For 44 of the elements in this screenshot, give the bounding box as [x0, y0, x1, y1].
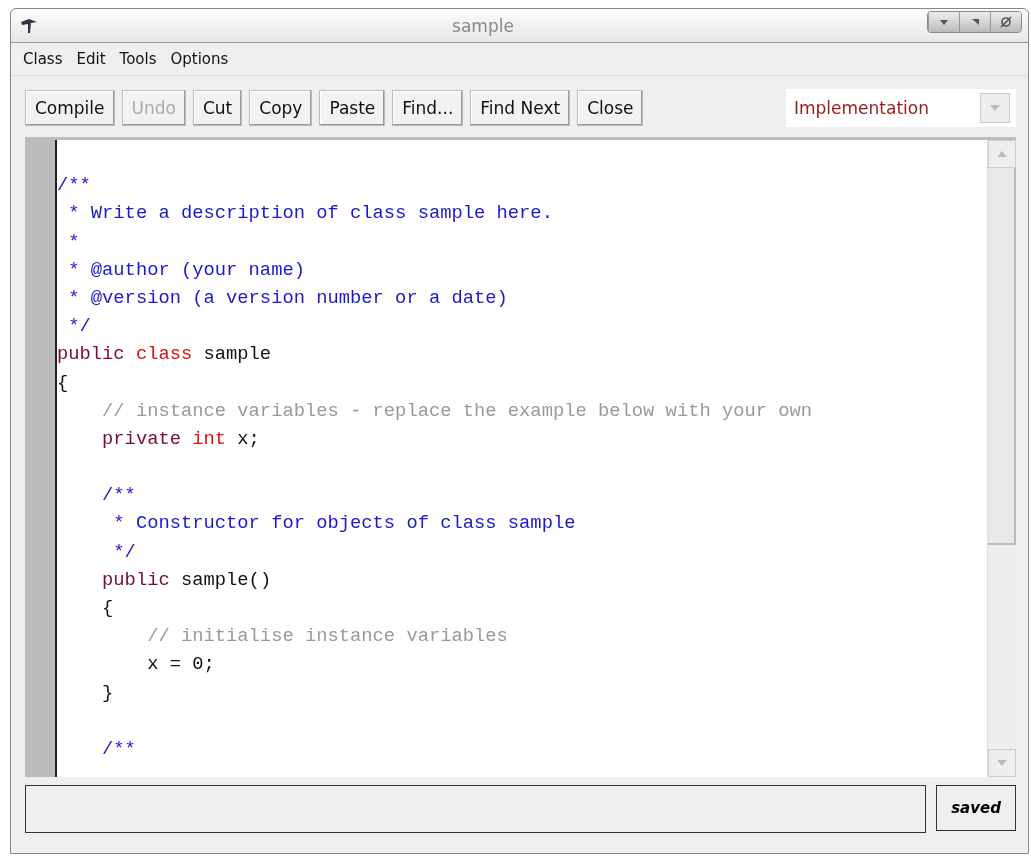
menu-item[interactable]: Tools	[119, 50, 157, 68]
code-line: private int x;	[101, 426, 260, 452]
slashed-circle-icon	[999, 15, 1013, 28]
toolbar-button[interactable]: Copy	[249, 90, 313, 126]
code-line: * @version (a version number or a date)	[67, 285, 508, 311]
toolbar-button[interactable]: Cut	[192, 90, 243, 126]
caret-down-icon	[996, 759, 1008, 767]
scroll-up-button[interactable]	[988, 140, 1016, 168]
code-line: public class sample	[57, 342, 272, 368]
code-line: /**	[57, 173, 91, 199]
caret-up-icon	[996, 150, 1008, 158]
code-line: * Write a description of class sample here.	[67, 201, 553, 227]
menu-item[interactable]: Class	[23, 50, 63, 68]
code-line: {	[57, 370, 69, 396]
toolbar-button[interactable]: Paste	[319, 90, 386, 126]
toolbar-button[interactable]: Find...	[392, 90, 464, 126]
minimize-button[interactable]	[928, 11, 959, 32]
code-line: public sample()	[101, 567, 272, 593]
menu-item[interactable]: Edit	[76, 50, 106, 68]
code-line: *	[67, 229, 80, 255]
code-line: // instance variables - replace the example below with your own	[101, 398, 813, 424]
vertical-scrollbar[interactable]	[987, 140, 1016, 777]
code-line: */	[112, 539, 136, 565]
code-line: {	[101, 596, 114, 621]
toolbar-button[interactable]: Find Next	[470, 90, 571, 126]
code-line: }	[101, 680, 114, 706]
menu-item[interactable]: Options	[170, 50, 229, 68]
maximize-button[interactable]	[959, 11, 990, 32]
scroll-down-button[interactable]	[988, 749, 1016, 777]
close-button[interactable]	[990, 11, 1021, 32]
toolbar-button[interactable]: Compile	[25, 90, 115, 126]
code-line: * Constructor for objects of class sample	[112, 511, 576, 537]
code-line: /**	[101, 736, 136, 762]
code-line: x = 0;	[146, 652, 215, 678]
save-status: saved	[936, 785, 1016, 831]
scrollbar-thumb[interactable]	[988, 168, 1016, 545]
view-dropdown[interactable]: Implementation	[786, 89, 1016, 127]
window-title: sample	[451, 15, 515, 36]
caret-down-icon	[938, 17, 950, 26]
code-line: */	[67, 314, 91, 340]
toolbar-button[interactable]: Close	[577, 90, 644, 126]
code-line: * @author (your name)	[67, 257, 305, 283]
code-line: /**	[101, 483, 136, 509]
code-line: // initialise instance variables	[146, 624, 508, 650]
